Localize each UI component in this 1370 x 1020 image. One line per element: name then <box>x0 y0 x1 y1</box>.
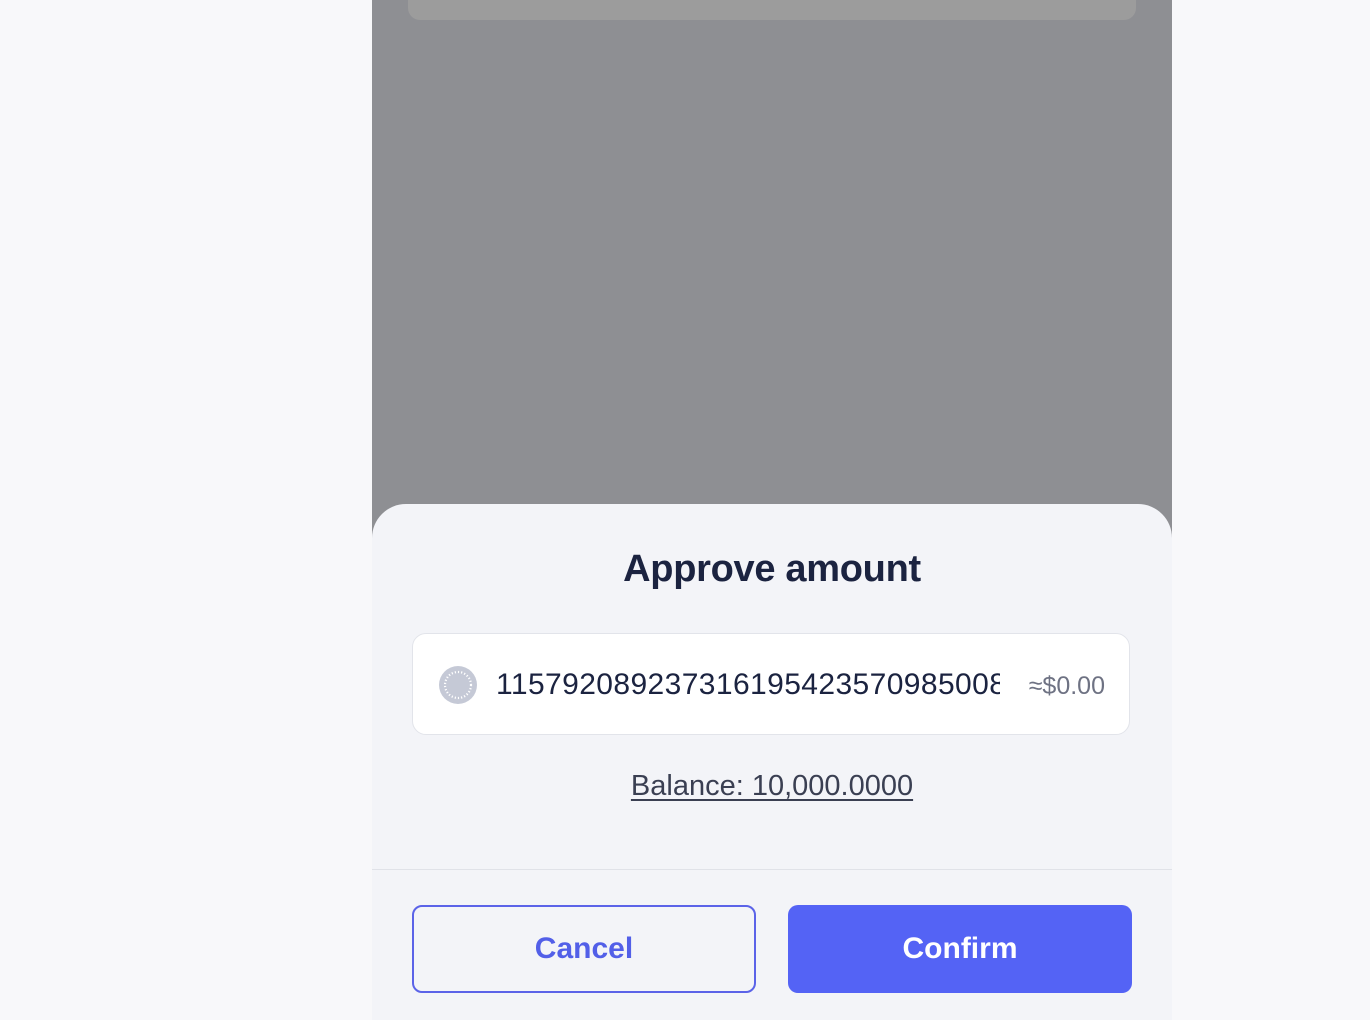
sheet-title: Approve amount <box>623 548 921 590</box>
token-placeholder-icon <box>438 665 478 705</box>
confirm-button[interactable]: Confirm <box>788 905 1132 993</box>
divider <box>372 869 1172 870</box>
amount-input-box[interactable]: 1157920892373161954235709850086879078532… <box>412 633 1130 735</box>
background-card <box>408 0 1136 20</box>
app-column: Approve amount 1157920892373161954235709… <box>372 0 1172 1020</box>
cancel-button[interactable]: Cancel <box>412 905 756 993</box>
balance-link[interactable]: Balance: 10,000.0000 <box>372 770 1172 803</box>
usd-estimate: ≈$0.00 <box>1028 672 1105 700</box>
approve-amount-sheet: Approve amount 1157920892373161954235709… <box>372 504 1172 1020</box>
amount-input[interactable]: 1157920892373161954235709850086879078532… <box>496 667 1000 703</box>
